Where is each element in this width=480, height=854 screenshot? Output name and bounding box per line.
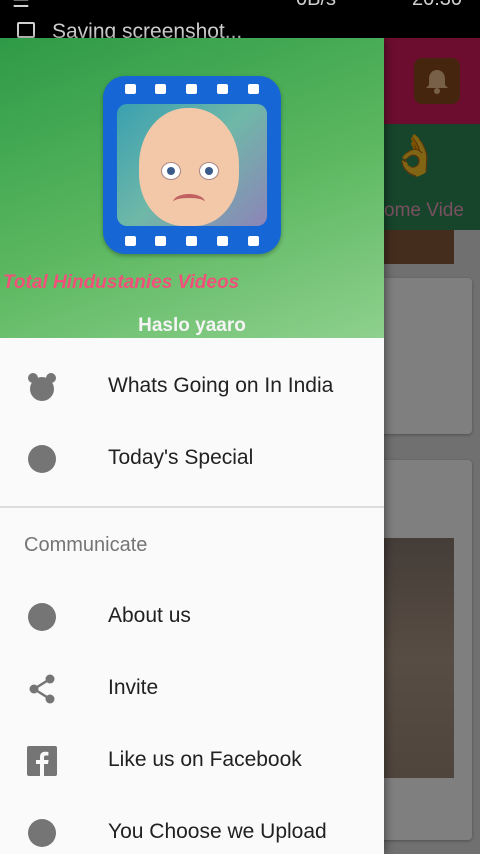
image-icon	[17, 22, 35, 38]
navigation-drawer: Total Hindustanies Videos Haslo yaaro Wh…	[0, 38, 384, 854]
menu-item-label: Invite	[108, 676, 159, 699]
drawer-header: Total Hindustanies Videos Haslo yaaro	[0, 38, 384, 338]
film-hole	[248, 84, 259, 94]
menu-item-about-us[interactable]: About us	[0, 580, 384, 652]
menu-item-label: You Choose we Upload	[108, 820, 327, 843]
status-menu-icon: ☰	[12, 0, 30, 12]
eye	[161, 162, 181, 180]
menu-item-todays-special[interactable]: Today's Special	[0, 422, 384, 494]
baby-face-image	[117, 104, 267, 226]
facebook-icon	[27, 746, 57, 776]
film-hole	[186, 236, 197, 246]
status-notification-text: Saving screenshot...	[52, 20, 243, 38]
film-hole	[125, 84, 136, 94]
header-subtitle: Haslo yaaro	[138, 315, 246, 336]
menu-item-invite[interactable]: Invite	[0, 652, 384, 724]
menu-item-whats-going-on[interactable]: Whats Going on In India	[0, 350, 384, 422]
status-bar: ☰ 0B/s 20:30 Saving screenshot...	[0, 0, 480, 38]
app-logo	[103, 76, 281, 254]
app-name: Total Hindustanies Videos	[3, 272, 240, 293]
film-hole	[155, 236, 166, 246]
menu-item-label: About us	[108, 604, 191, 627]
menu-item-label: Whats Going on In India	[108, 374, 334, 397]
circle-icon	[28, 603, 56, 631]
circle-icon	[28, 445, 56, 473]
section-header-communicate: Communicate	[24, 534, 148, 556]
menu-item-label: Like us on Facebook	[108, 748, 302, 771]
menu-item-you-choose-we-upload[interactable]: You Choose we Upload	[0, 796, 384, 854]
film-hole	[155, 84, 166, 94]
divider	[0, 506, 384, 508]
menu-item-like-facebook[interactable]: Like us on Facebook	[0, 724, 384, 796]
film-hole	[125, 236, 136, 246]
bear-icon	[28, 373, 56, 401]
mouth	[173, 194, 205, 210]
share-icon	[29, 674, 55, 704]
circle-icon	[28, 819, 56, 847]
status-speed: 0B/s	[296, 0, 336, 11]
menu-item-label: Today's Special	[108, 446, 254, 469]
eye	[199, 162, 219, 180]
status-time: 20:30	[412, 0, 462, 11]
film-hole	[217, 236, 228, 246]
face-shape	[139, 108, 239, 226]
film-hole	[248, 236, 259, 246]
film-hole	[217, 84, 228, 94]
film-hole	[186, 84, 197, 94]
